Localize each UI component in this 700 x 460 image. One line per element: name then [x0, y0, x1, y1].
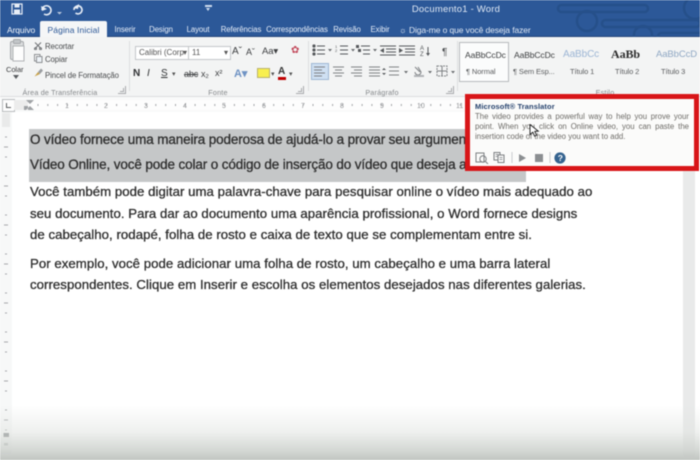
svg-text:2: 2: [104, 103, 108, 110]
svg-text:2: 2: [335, 48, 338, 53]
svg-text:11: 11: [456, 103, 463, 110]
svg-text:¶: ¶: [442, 47, 447, 58]
svg-text:Z: Z: [420, 52, 424, 58]
svg-text:?: ?: [558, 153, 563, 163]
svg-text:5: 5: [222, 103, 226, 110]
